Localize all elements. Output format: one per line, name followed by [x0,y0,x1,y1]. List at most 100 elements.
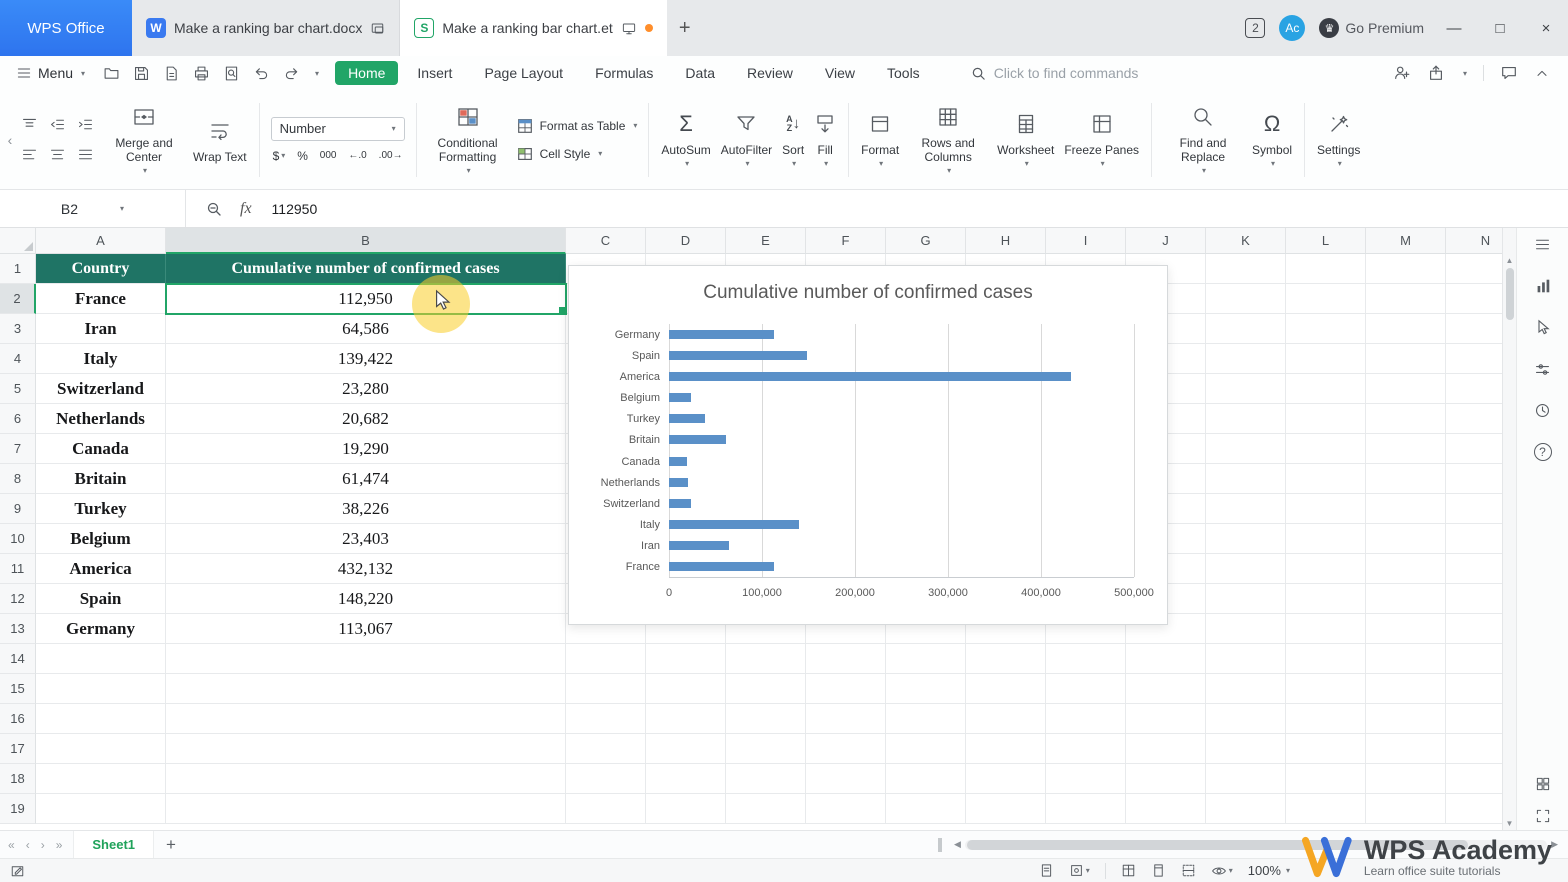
page-setup-button[interactable]: ▾ [1069,863,1090,878]
minimize-button[interactable]: — [1438,0,1470,56]
cell-L11[interactable] [1286,554,1366,584]
go-premium-button[interactable]: ♛ Go Premium [1319,18,1424,38]
cell-K12[interactable] [1206,584,1286,614]
pivot-chart-icon[interactable] [1534,277,1552,295]
cell-F14[interactable] [806,644,886,674]
cell-N16[interactable] [1446,704,1502,734]
select-cursor-icon[interactable] [1535,319,1551,337]
cell-E18[interactable] [726,764,806,794]
help-icon[interactable]: ? [1533,443,1552,461]
monitor-icon[interactable] [621,21,637,36]
cell-H16[interactable] [966,704,1046,734]
cell-L8[interactable] [1286,464,1366,494]
cell-L13[interactable] [1286,614,1366,644]
cell-J14[interactable] [1126,644,1206,674]
cell-K18[interactable] [1206,764,1286,794]
select-all-corner[interactable] [0,228,36,254]
cell-M4[interactable] [1366,344,1446,374]
cell-A19[interactable] [36,794,166,824]
cell-L10[interactable] [1286,524,1366,554]
cell-M2[interactable] [1366,284,1446,314]
cell-A12[interactable]: Spain [36,584,166,614]
cell-A11[interactable]: America [36,554,166,584]
split-handle[interactable] [938,837,942,852]
cell-A9[interactable]: Turkey [36,494,166,524]
sort-button[interactable]: A Z ↓ Sort ▾ [777,105,809,175]
tab-preview-icon[interactable] [370,21,385,36]
column-header-F[interactable]: F [806,228,886,254]
row-header-16[interactable]: 16 [0,704,36,734]
increase-indent-icon[interactable] [77,116,94,133]
row-header-12[interactable]: 12 [0,584,36,614]
align-justify-icon[interactable] [77,146,94,163]
column-header-H[interactable]: H [966,228,1046,254]
cell-K6[interactable] [1206,404,1286,434]
cell-H18[interactable] [966,764,1046,794]
cell-B4[interactable]: 139,422 [166,344,566,374]
column-header-K[interactable]: K [1206,228,1286,254]
cell-A1[interactable]: Country [36,254,166,284]
row-header-2[interactable]: 2 [0,284,36,314]
row-header-9[interactable]: 9 [0,494,36,524]
cell-B11[interactable]: 432,132 [166,554,566,584]
row-header-17[interactable]: 17 [0,734,36,764]
cell-A15[interactable] [36,674,166,704]
column-header-A[interactable]: A [36,228,166,254]
cell-C19[interactable] [566,794,646,824]
cell-D16[interactable] [646,704,726,734]
cell-L3[interactable] [1286,314,1366,344]
cell-N6[interactable] [1446,404,1502,434]
redo-icon[interactable] [283,65,300,82]
cell-N10[interactable] [1446,524,1502,554]
cell-K10[interactable] [1206,524,1286,554]
cell-B9[interactable]: 38,226 [166,494,566,524]
cell-B7[interactable]: 19,290 [166,434,566,464]
cell-L12[interactable] [1286,584,1366,614]
cell-L6[interactable] [1286,404,1366,434]
command-search[interactable]: Click to find commands [971,65,1138,81]
cell-C18[interactable] [566,764,646,794]
column-header-D[interactable]: D [646,228,726,254]
fx-icon[interactable]: fx [240,200,252,218]
cell-I19[interactable] [1046,794,1126,824]
cell-F17[interactable] [806,734,886,764]
cell-A3[interactable]: Iran [36,314,166,344]
zoom-formula-icon[interactable] [206,201,222,217]
merge-and-center-button[interactable]: Merge and Center ▾ [100,98,188,182]
cell-N12[interactable] [1446,584,1502,614]
cell-K2[interactable] [1206,284,1286,314]
cell-K7[interactable] [1206,434,1286,464]
cell-B5[interactable]: 23,280 [166,374,566,404]
row-header-7[interactable]: 7 [0,434,36,464]
cell-A17[interactable] [36,734,166,764]
cell-I18[interactable] [1046,764,1126,794]
column-header-B[interactable]: B [166,228,566,254]
find-and-replace-button[interactable]: Find and Replace ▾ [1159,98,1247,182]
cell-N7[interactable] [1446,434,1502,464]
row-header-13[interactable]: 13 [0,614,36,644]
cell-L15[interactable] [1286,674,1366,704]
cell-B19[interactable] [166,794,566,824]
cell-N19[interactable] [1446,794,1502,824]
account-avatar[interactable]: Ac [1279,15,1306,41]
menu-tab-insert[interactable]: Insert [404,61,465,85]
save-icon[interactable] [133,65,150,82]
cell-J17[interactable] [1126,734,1206,764]
column-header-G[interactable]: G [886,228,966,254]
increase-decimal-button[interactable]: .00→ [379,150,403,161]
open-icon[interactable] [103,65,120,82]
menu-tab-view[interactable]: View [812,61,868,85]
cell-E15[interactable] [726,674,806,704]
panel-list-icon[interactable] [1534,236,1551,253]
row-header-11[interactable]: 11 [0,554,36,584]
cell-K15[interactable] [1206,674,1286,704]
cell-M1[interactable] [1366,254,1446,284]
cell-A8[interactable]: Britain [36,464,166,494]
first-sheet-icon[interactable]: « [8,838,15,852]
cell-C15[interactable] [566,674,646,704]
vertical-scroll-thumb[interactable] [1505,268,1514,320]
cell-D18[interactable] [646,764,726,794]
cell-N1[interactable] [1446,254,1502,284]
currency-button[interactable]: $ ▾ [273,149,286,163]
cell-G15[interactable] [886,674,966,704]
